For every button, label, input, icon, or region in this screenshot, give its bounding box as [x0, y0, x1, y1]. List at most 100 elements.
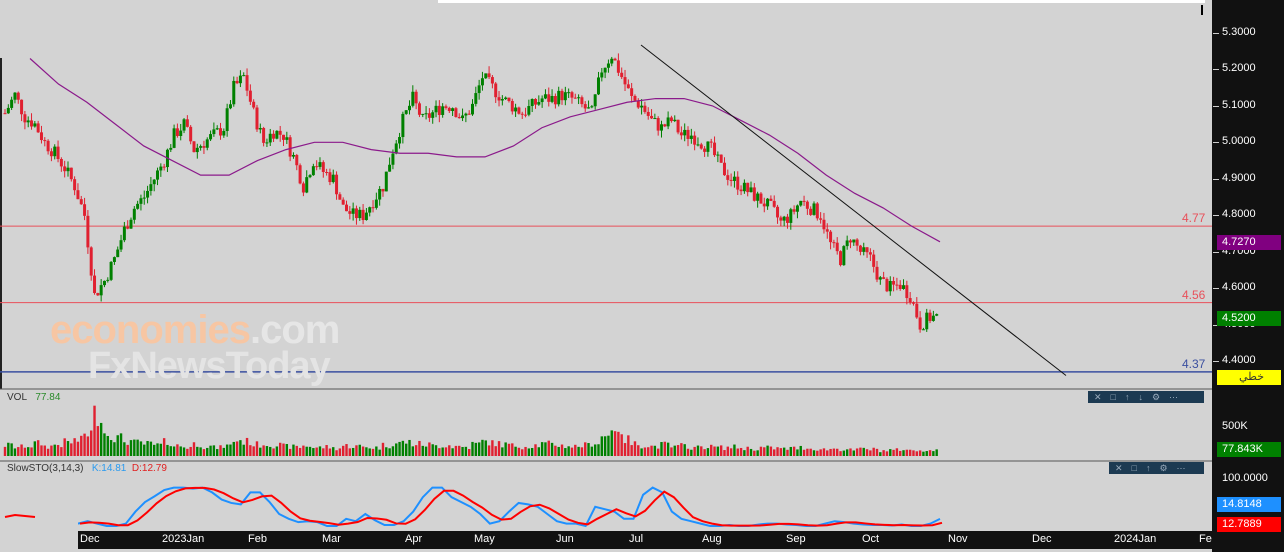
- volume-bar: [587, 443, 590, 456]
- volume-bar: [819, 449, 822, 456]
- candle-body: [676, 119, 680, 133]
- volume-bar: [358, 444, 361, 456]
- volume-bar: [726, 446, 730, 456]
- volume-bar: [859, 447, 862, 456]
- volume-bar: [710, 444, 713, 456]
- candle-body: [706, 141, 710, 152]
- volume-bar: [577, 446, 580, 456]
- volume-bar: [385, 447, 388, 456]
- candle-body: [361, 209, 365, 221]
- volume-bar: [633, 441, 637, 456]
- candle-body: [13, 92, 17, 100]
- candle-body: [832, 242, 836, 244]
- volume-bar: [683, 444, 686, 456]
- volume-bar: [627, 435, 630, 456]
- volume-bar: [756, 450, 759, 456]
- candle-body: [570, 92, 574, 98]
- volume-bar: [242, 444, 245, 456]
- candle-body: [152, 179, 156, 185]
- candle-body: [477, 85, 481, 94]
- candle-body: [278, 130, 282, 135]
- candle-body: [129, 219, 133, 229]
- volume-bar: [156, 443, 159, 456]
- tick-mark: [1213, 288, 1219, 290]
- volume-bar: [93, 405, 96, 456]
- volume-bar: [540, 442, 544, 456]
- candle-body: [59, 159, 63, 167]
- candle-body: [911, 302, 915, 304]
- candle-body: [819, 218, 823, 220]
- candle-body: [918, 317, 922, 330]
- candle-body: [583, 104, 587, 109]
- volume-bar: [421, 445, 424, 456]
- candle-body: [882, 277, 886, 279]
- candle-body: [298, 165, 302, 184]
- volume-bar: [3, 446, 7, 456]
- volume-bar: [126, 444, 129, 456]
- candle-body: [109, 261, 113, 280]
- volume-bar: [159, 443, 163, 456]
- candle-body: [623, 77, 627, 85]
- candle-body: [156, 170, 160, 180]
- candle-body: [474, 93, 478, 104]
- time-tick: Sep: [786, 533, 806, 545]
- candle-body: [112, 257, 116, 262]
- volume-bar: [786, 449, 789, 456]
- candle-body: [461, 115, 465, 119]
- candle-body: [119, 240, 123, 250]
- volume-bar: [703, 449, 706, 456]
- price-axis[interactable]: [1212, 0, 1284, 552]
- candle-body: [242, 75, 246, 77]
- candle-body: [424, 113, 428, 115]
- candle-body: [301, 183, 305, 193]
- candle-body: [411, 91, 415, 106]
- volume-bar: [83, 433, 86, 456]
- volume-bar: [335, 450, 338, 456]
- price-tick: 4.6000: [1222, 281, 1256, 294]
- volume-bar: [719, 445, 723, 456]
- volume-bar: [829, 448, 832, 456]
- volume-bar: [219, 445, 222, 456]
- volume-bar: [643, 447, 647, 456]
- volume-last-tag: 77.843K: [1217, 442, 1281, 457]
- stochastic-panel-toolbar[interactable]: ✕□↑⚙⋯: [1109, 462, 1204, 474]
- volume-bar: [365, 447, 368, 456]
- volume-bar: [325, 445, 328, 456]
- volume-bar: [564, 448, 567, 456]
- volume-bar: [603, 436, 607, 456]
- candle-body: [222, 131, 226, 136]
- volume-bar: [70, 443, 73, 456]
- volume-bar: [680, 443, 683, 456]
- volume-bar: [189, 446, 192, 456]
- volume-bar: [295, 445, 298, 456]
- candle-body: [447, 107, 451, 112]
- volume-bar: [849, 448, 852, 456]
- volume-bar: [288, 448, 292, 456]
- volume-bar: [404, 443, 408, 456]
- volume-bar: [212, 445, 216, 456]
- volume-panel-toolbar[interactable]: ✕□↑↓⚙⋯: [1088, 391, 1204, 403]
- candle-body: [331, 174, 335, 183]
- volume-bar: [879, 452, 882, 456]
- chart-canvas[interactable]: [0, 0, 1212, 552]
- candle-body: [225, 108, 229, 132]
- volume-bar: [925, 451, 928, 456]
- candle-body: [669, 117, 673, 122]
- candle-body: [560, 90, 564, 101]
- candle-body: [543, 94, 547, 99]
- volume-bar: [265, 446, 269, 456]
- volume-bar: [371, 448, 375, 456]
- candle-body: [93, 275, 97, 294]
- volume-bar: [76, 441, 80, 456]
- candle-body: [636, 100, 640, 108]
- volume-bar: [696, 445, 700, 456]
- candle-body: [202, 146, 206, 148]
- volume-bar: [381, 442, 385, 456]
- volume-bar: [693, 446, 696, 456]
- volume-bar: [262, 445, 265, 456]
- candle-body: [789, 209, 793, 223]
- candle-body: [553, 96, 557, 105]
- candle-body: [653, 118, 657, 120]
- volume-bar: [527, 448, 531, 456]
- volume-bar: [50, 445, 53, 456]
